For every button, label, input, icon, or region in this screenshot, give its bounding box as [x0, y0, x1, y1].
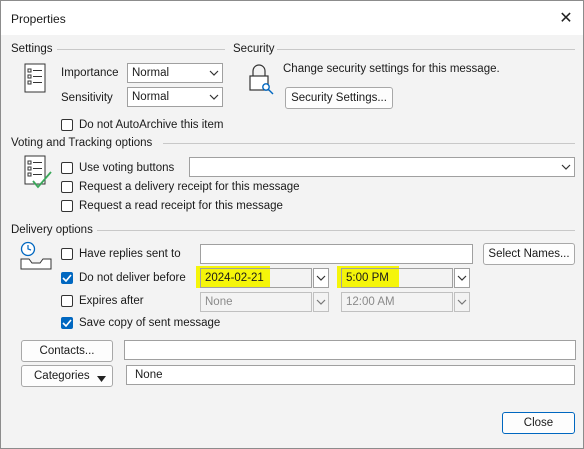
autoarchive-checkbox-row[interactable]: Do not AutoArchive this item [61, 119, 223, 131]
lock-key-icon [245, 63, 275, 95]
properties-dialog: Properties ✕ Settings Importance Normal [0, 0, 584, 449]
expires-time-dropdown-button[interactable] [454, 292, 470, 312]
replies-checkbox[interactable] [61, 248, 73, 260]
read-receipt-checkbox[interactable] [61, 200, 73, 212]
read-receipt-label: Request a read receipt for this message [79, 200, 283, 212]
delivery-receipt-checkbox[interactable] [61, 181, 73, 193]
delivery-receipt-checkbox-row[interactable]: Request a delivery receipt for this mess… [61, 181, 300, 193]
autoarchive-label: Do not AutoArchive this item [79, 119, 224, 131]
contacts-button[interactable]: Contacts... [21, 340, 113, 362]
replies-input[interactable] [200, 244, 473, 264]
voting-heading: Voting and Tracking options [11, 137, 153, 149]
sensitivity-select[interactable]: Normal [127, 87, 223, 107]
use-voting-checkbox-row[interactable]: Use voting buttons [61, 162, 174, 174]
security-heading: Security [233, 43, 275, 55]
expires-date-dropdown-button[interactable] [313, 292, 329, 312]
close-icon[interactable]: ✕ [555, 7, 577, 29]
clock-tray-icon [19, 241, 53, 271]
select-names-button[interactable]: Select Names... [483, 243, 575, 265]
do-not-deliver-label: Do not deliver before [79, 272, 186, 284]
sensitivity-label: Sensitivity [61, 92, 113, 104]
contacts-input[interactable] [124, 340, 576, 360]
dialog-title: Properties [11, 12, 66, 26]
expires-time-input[interactable]: 12:00 AM [341, 292, 453, 312]
settings-document-icon [23, 63, 49, 95]
security-settings-button[interactable]: Security Settings... [285, 87, 393, 109]
importance-select[interactable]: Normal [127, 63, 223, 83]
categories-input[interactable]: None [126, 365, 575, 385]
importance-value: Normal [132, 67, 170, 79]
categories-button[interactable]: Categories [21, 365, 113, 387]
expires-checkbox-row[interactable]: Expires after [61, 295, 144, 307]
expires-date-input[interactable]: None [200, 292, 312, 312]
date-dropdown-button[interactable] [313, 268, 329, 288]
voting-divider [163, 143, 575, 144]
title-bar: Properties ✕ [1, 1, 583, 35]
chevron-down-icon [558, 158, 574, 176]
chevron-down-icon [206, 64, 222, 82]
importance-label: Importance [61, 67, 119, 79]
time-dropdown-button[interactable] [454, 268, 470, 288]
do-not-deliver-date-input[interactable]: 2024-02-21 [200, 268, 312, 288]
expires-label: Expires after [79, 295, 144, 307]
save-copy-label: Save copy of sent message [79, 317, 221, 329]
chevron-down-icon [206, 88, 222, 106]
settings-heading: Settings [11, 43, 53, 55]
voting-buttons-select[interactable] [189, 157, 575, 177]
expires-checkbox[interactable] [61, 295, 73, 307]
settings-divider [57, 49, 225, 50]
do-not-deliver-checkbox[interactable] [61, 272, 73, 284]
voting-document-check-icon [21, 155, 55, 191]
security-divider [277, 49, 575, 50]
save-copy-checkbox-row[interactable]: Save copy of sent message [61, 317, 220, 329]
use-voting-checkbox[interactable] [61, 162, 73, 174]
autoarchive-checkbox[interactable] [61, 119, 73, 131]
replies-label: Have replies sent to [79, 248, 181, 260]
do-not-deliver-checkbox-row[interactable]: Do not deliver before [61, 272, 186, 284]
use-voting-label: Use voting buttons [79, 162, 175, 174]
security-description: Change security settings for this messag… [283, 63, 500, 75]
delivery-heading: Delivery options [11, 224, 93, 236]
caret-down-icon [97, 373, 106, 385]
categories-button-label: Categories [34, 370, 90, 382]
delivery-receipt-label: Request a delivery receipt for this mess… [79, 181, 300, 193]
replies-checkbox-row[interactable]: Have replies sent to [61, 248, 181, 260]
delivery-divider [97, 230, 575, 231]
close-button[interactable]: Close [502, 412, 575, 434]
sensitivity-value: Normal [132, 91, 170, 103]
do-not-deliver-time-input[interactable]: 5:00 PM [341, 268, 453, 288]
dialog-body: Settings Importance Normal Sensitivity N… [1, 35, 583, 448]
save-copy-checkbox[interactable] [61, 317, 73, 329]
read-receipt-checkbox-row[interactable]: Request a read receipt for this message [61, 200, 283, 212]
